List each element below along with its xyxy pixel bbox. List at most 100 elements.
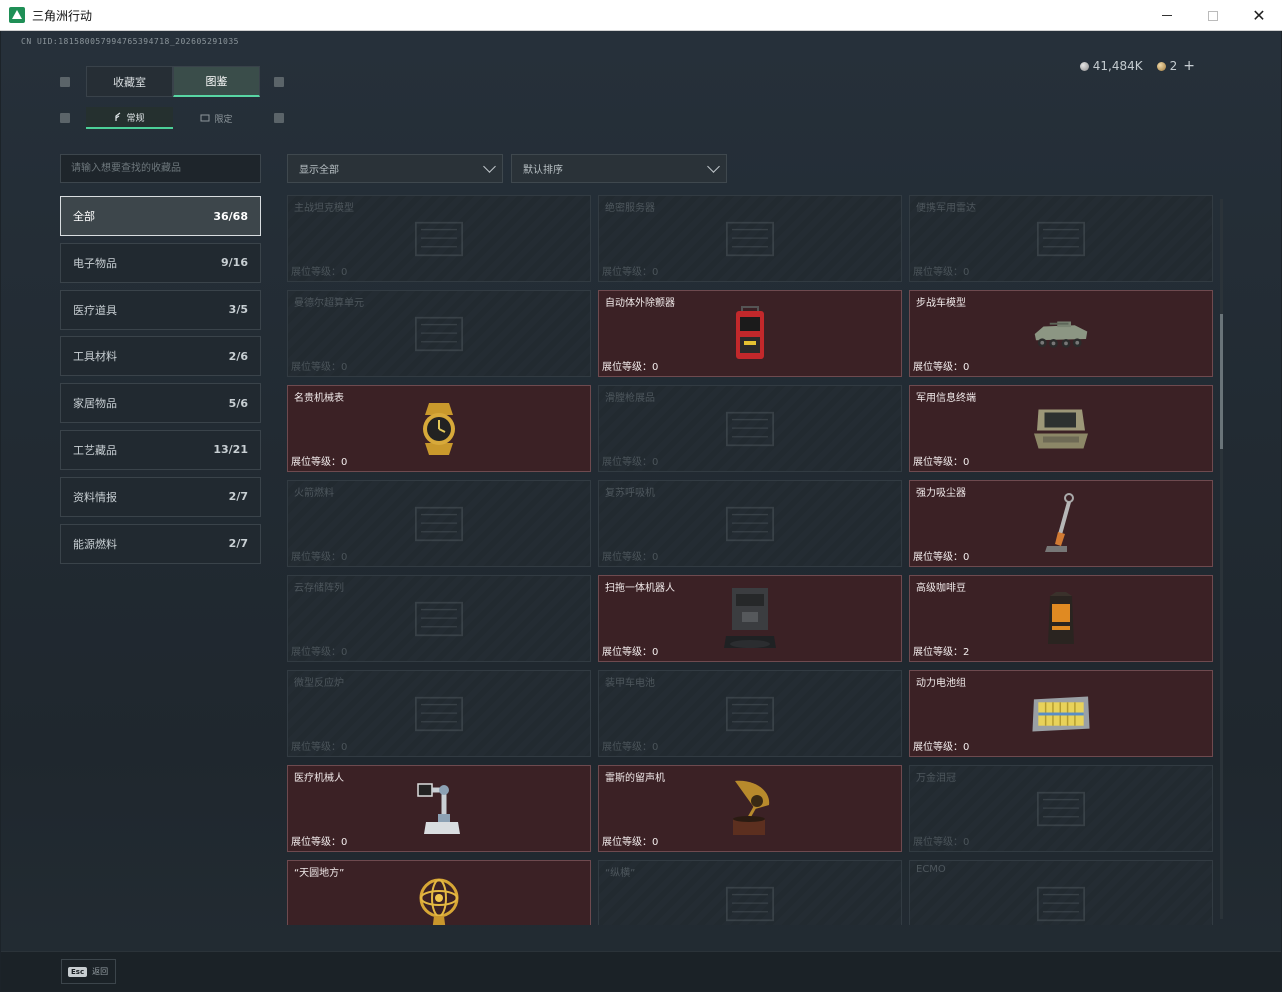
category-electronics[interactable]: 电子物品 9/16 (60, 242, 261, 283)
subtab-limited[interactable]: 限定 (173, 107, 260, 129)
limited-icon (200, 114, 210, 122)
collection-card[interactable]: 扫拖一体机器人 展位等级：0 (598, 575, 902, 662)
collection-grid-viewport: 主战坦克模型 展位等级：0 绝密服务器 展位等级：0 便携军用雷达 展位等级：0 曼德尔超算… (287, 195, 1215, 925)
search-input[interactable] (60, 154, 261, 183)
category-household[interactable]: 家居物品 5/6 (60, 383, 261, 424)
collection-card[interactable]: 火箭燃料 展位等级：0 (287, 480, 591, 567)
card-item-name: 强力吸尘器 (916, 488, 966, 499)
window-titlebar: 三角洲行动 ✕ (0, 0, 1282, 31)
card-display-level: 展位等级：0 (602, 552, 659, 563)
collection-card[interactable]: 主战坦克模型 展位等级：0 (287, 195, 591, 282)
collection-card[interactable]: 动力电池组 展位等级：0 (909, 670, 1213, 757)
vacuum-icon (1031, 492, 1091, 554)
subtab-limited-label: 限定 (214, 114, 233, 125)
silver-currency: 41,484K (1079, 59, 1143, 73)
tab-codex[interactable]: 图鉴 (173, 66, 260, 97)
scrollbar-thumb[interactable] (1220, 314, 1223, 449)
battery-icon (720, 684, 780, 744)
category-count: 9/16 (221, 256, 248, 270)
card-display-level: 展位等级：0 (291, 837, 348, 848)
collection-card[interactable]: “天圆地方” (287, 860, 591, 925)
card-display-level: 展位等级：0 (291, 647, 348, 658)
collection-card[interactable]: 云存储阵列 展位等级：0 (287, 575, 591, 662)
collection-card[interactable]: 微型反应炉 展位等级：0 (287, 670, 591, 757)
collection-card[interactable]: 医疗机械人 展位等级：0 (287, 765, 591, 852)
card-item-name: 曼德尔超算单元 (294, 298, 364, 309)
sort-value: 默认排序 (523, 165, 563, 176)
window-controls: ✕ (1144, 0, 1282, 31)
category-crafts[interactable]: 工艺藏品 13/21 (60, 429, 261, 470)
sort-dropdown[interactable]: 默认排序 (511, 154, 727, 183)
battery-pack-icon (1031, 684, 1091, 744)
maximize-button[interactable] (1190, 0, 1236, 31)
collection-card[interactable]: ECMO (909, 860, 1213, 925)
card-display-level: 展位等级：0 (291, 742, 348, 753)
subtab-regular[interactable]: 常规 (86, 107, 173, 129)
tab-collection-room[interactable]: 收藏室 (86, 66, 173, 97)
sub-tabs: 常规 限定 (86, 107, 260, 129)
card-item-name: 万金泪冠 (916, 773, 956, 784)
collection-card[interactable]: 雷斯的留声机 展位等级：0 (598, 765, 902, 852)
close-button[interactable]: ✕ (1236, 0, 1282, 31)
ifv-icon (1031, 304, 1091, 364)
fuel-icon (409, 494, 469, 554)
collection-card[interactable]: 高级咖啡豆 展位等级：2 (909, 575, 1213, 662)
collection-card[interactable]: “纵横” (598, 860, 902, 925)
category-all[interactable]: 全部 36/68 (60, 196, 261, 236)
card-item-name: 便携军用雷达 (916, 203, 976, 214)
collection-grid: 主战坦克模型 展位等级：0 绝密服务器 展位等级：0 便携军用雷达 展位等级：0 曼德尔超算… (287, 195, 1215, 925)
card-item-name: 扫拖一体机器人 (605, 583, 675, 594)
silver-amount: 41,484K (1092, 59, 1143, 73)
collection-card[interactable]: 曼德尔超算单元 展位等级：0 (287, 290, 591, 377)
collection-card[interactable]: 滑膛枪展品 展位等级：0 (598, 385, 902, 472)
category-medical[interactable]: 医疗道具 3/5 (60, 289, 261, 330)
category-count: 2/6 (228, 349, 248, 363)
chevron-down-icon (483, 160, 496, 173)
collection-card[interactable]: 便携军用雷达 展位等级：0 (909, 195, 1213, 282)
category-count: 36/68 (213, 209, 248, 223)
card-item-name: 复苏呼吸机 (605, 488, 655, 499)
category-tools[interactable]: 工具材料 2/6 (60, 336, 261, 377)
collection-card[interactable]: 装甲车电池 展位等级：0 (598, 670, 902, 757)
next-tab-key-icon (274, 77, 284, 87)
collection-card[interactable]: 自动体外除颤器 展位等级：0 (598, 290, 902, 377)
next-subtab-key-icon (274, 113, 284, 123)
collection-card[interactable]: 步战车模型 展位等级：0 (909, 290, 1213, 377)
card-item-name: 雷斯的留声机 (605, 773, 665, 784)
collection-card[interactable]: 复苏呼吸机展位等级：0 (598, 480, 902, 567)
ventilator-icon (720, 494, 780, 554)
category-energy[interactable]: 能源燃料 2/7 (60, 523, 261, 564)
collection-card[interactable]: 军用信息终端 展位等级：0 (909, 385, 1213, 472)
minimize-icon (1162, 15, 1172, 16)
scrollbar-track[interactable] (1220, 199, 1223, 919)
close-icon: ✕ (1252, 6, 1266, 25)
back-button[interactable]: Esc 返回 (61, 959, 116, 984)
radar-icon (1031, 209, 1091, 269)
silver-coin-icon (1079, 62, 1089, 71)
card-item-name: “纵横” (605, 868, 636, 879)
card-display-level: 展位等级：0 (602, 647, 659, 658)
armillary-icon (409, 874, 469, 925)
tank-icon (409, 209, 469, 269)
card-display-level: 展位等级：0 (913, 267, 970, 278)
collection-card[interactable]: 万金泪冠 展位等级：0 (909, 765, 1213, 852)
card-item-name: 步战车模型 (916, 298, 966, 309)
medical-robot-icon (409, 779, 469, 839)
minimize-button[interactable] (1144, 0, 1190, 31)
collection-card[interactable]: 名贵机械表 展位等级：0 (287, 385, 591, 472)
collection-card[interactable]: 绝密服务器 展位等级：0 (598, 195, 902, 282)
collection-card[interactable]: 强力吸尘器 展位等级：0 (909, 480, 1213, 567)
category-intel[interactable]: 资料情报 2/7 (60, 476, 261, 517)
currency-bar: 41,484K 2 + (1079, 58, 1195, 74)
add-currency-button[interactable]: + (1183, 58, 1195, 74)
category-label: 工具材料 (73, 350, 117, 364)
server-icon (720, 209, 780, 269)
terminal-icon (1031, 399, 1091, 459)
crown-icon (1031, 779, 1091, 839)
coffee-icon (1031, 589, 1091, 649)
card-display-level: 展位等级：0 (913, 457, 970, 468)
category-label: 电子物品 (73, 256, 117, 270)
gold-coin-icon (1156, 62, 1166, 71)
category-count: 3/5 (228, 303, 248, 317)
show-filter-dropdown[interactable]: 显示全部 (287, 154, 503, 183)
